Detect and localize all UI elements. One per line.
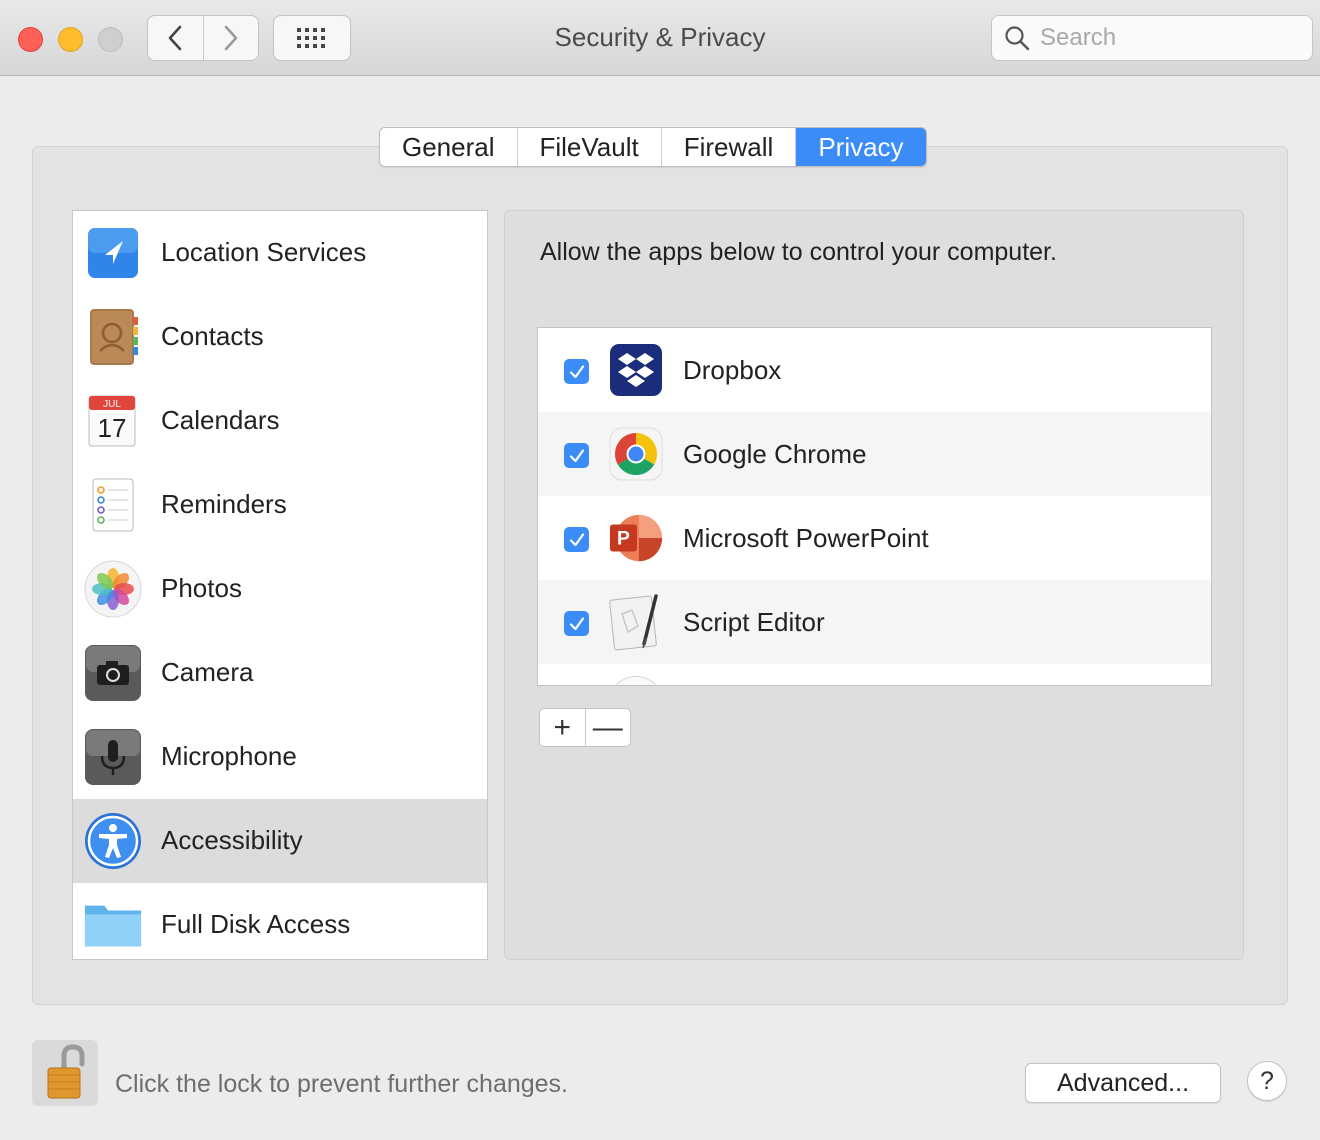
lock-button[interactable]	[32, 1040, 98, 1106]
contacts-book-icon	[83, 307, 143, 367]
allow-checkbox[interactable]	[564, 359, 589, 384]
microphone-icon	[83, 727, 143, 787]
app-name: Script Editor	[683, 607, 825, 638]
reminders-list-icon	[83, 475, 143, 535]
add-remove-buttons: + —	[539, 708, 631, 747]
camera-icon	[83, 643, 143, 703]
photos-flower-icon	[83, 559, 143, 619]
help-button[interactable]: ?	[1247, 1061, 1287, 1101]
chrome-icon	[608, 426, 664, 482]
category-label: Microphone	[161, 741, 297, 772]
checkmark-icon	[568, 363, 586, 381]
category-contacts[interactable]: Contacts	[73, 295, 487, 379]
pane-description: Allow the apps below to control your com…	[540, 238, 1057, 267]
folder-icon	[83, 895, 143, 955]
category-label: Camera	[161, 657, 253, 688]
calendar-icon: JUL 17	[83, 391, 143, 451]
checkmark-icon	[568, 447, 586, 465]
search-icon	[1004, 25, 1030, 51]
category-label: Calendars	[161, 405, 280, 436]
category-label: Reminders	[161, 489, 287, 520]
category-label: Full Disk Access	[161, 909, 350, 940]
advanced-button[interactable]: Advanced...	[1025, 1063, 1221, 1103]
category-label: Contacts	[161, 321, 264, 352]
powerpoint-icon: P	[608, 510, 664, 566]
category-camera[interactable]: Camera	[73, 631, 487, 715]
add-app-button[interactable]: +	[540, 709, 585, 746]
allow-checkbox[interactable]	[564, 443, 589, 468]
tab-bar: General FileVault Firewall Privacy	[379, 127, 927, 167]
category-accessibility[interactable]: Accessibility	[73, 799, 487, 883]
app-row-dropbox[interactable]: Dropbox	[538, 328, 1211, 412]
powerpoint-letter: P	[617, 529, 630, 550]
tab-privacy[interactable]: Privacy	[796, 128, 925, 166]
calendar-day-text: 17	[98, 413, 127, 443]
app-row-script-editor[interactable]: Script Editor	[538, 580, 1211, 664]
lock-status-text: Click the lock to prevent further change…	[115, 1070, 568, 1099]
search-input[interactable]	[1040, 24, 1300, 52]
app-row-google-chrome[interactable]: Google Chrome	[538, 412, 1211, 496]
partially-visible-app-icon	[608, 676, 664, 686]
checkmark-icon	[568, 615, 586, 633]
tab-firewall[interactable]: Firewall	[662, 128, 797, 166]
unlocked-padlock-icon	[42, 1044, 88, 1102]
category-label: Accessibility	[161, 825, 303, 856]
privacy-category-list[interactable]: Location Services Contacts JUL 17 Calenda…	[72, 210, 488, 960]
search-field[interactable]	[991, 15, 1313, 61]
script-editor-icon	[608, 594, 664, 650]
accessibility-icon	[83, 811, 143, 871]
tab-filevault[interactable]: FileVault	[518, 128, 662, 166]
category-full-disk-access[interactable]: Full Disk Access	[73, 883, 487, 960]
tab-general[interactable]: General	[380, 128, 518, 166]
location-arrow-icon	[83, 223, 143, 283]
calendar-month-text: JUL	[103, 399, 121, 410]
title-bar: Security & Privacy	[0, 0, 1320, 76]
app-row-microsoft-powerpoint[interactable]: P Microsoft PowerPoint	[538, 496, 1211, 580]
category-label: Photos	[161, 573, 242, 604]
category-microphone[interactable]: Microphone	[73, 715, 487, 799]
category-photos[interactable]: Photos	[73, 547, 487, 631]
app-list[interactable]: Dropbox Google Chrome P Microsoft PowerP…	[537, 327, 1212, 686]
app-name: Google Chrome	[683, 439, 867, 470]
allow-checkbox[interactable]	[564, 527, 589, 552]
category-calendars[interactable]: JUL 17 Calendars	[73, 379, 487, 463]
checkmark-icon	[568, 531, 586, 549]
dropbox-icon	[608, 342, 664, 398]
allow-checkbox[interactable]	[564, 611, 589, 636]
category-location-services[interactable]: Location Services	[73, 211, 487, 295]
category-label: Location Services	[161, 237, 366, 268]
app-name: Dropbox	[683, 355, 781, 386]
remove-app-button[interactable]: —	[585, 709, 631, 746]
app-name: Microsoft PowerPoint	[683, 523, 929, 554]
category-reminders[interactable]: Reminders	[73, 463, 487, 547]
